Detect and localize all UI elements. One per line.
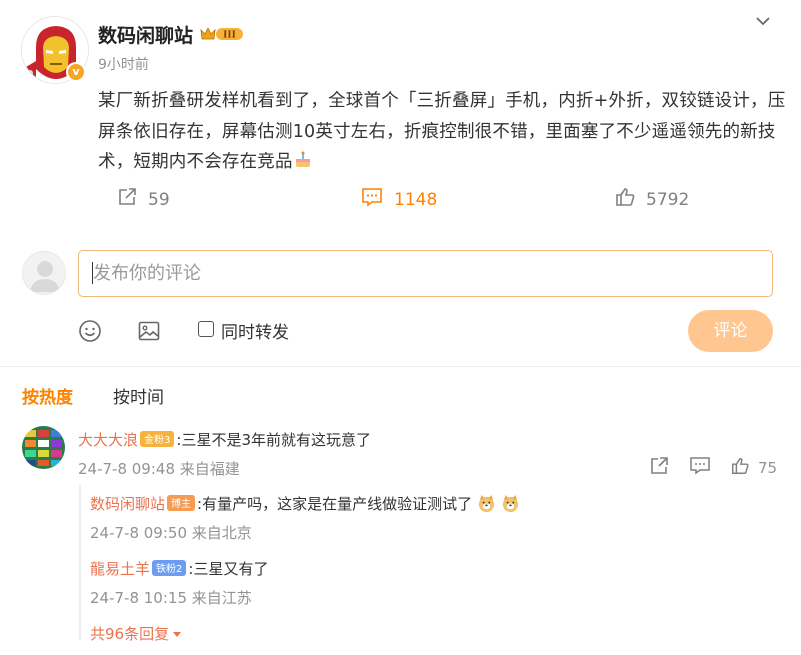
cake-emoji-icon — [293, 150, 313, 170]
comment-like[interactable]: 75 — [730, 456, 777, 480]
repost-checkbox[interactable] — [198, 321, 214, 337]
reply-user-name[interactable]: 龍易土羊 — [90, 560, 150, 578]
commenter-avatar[interactable] — [22, 426, 65, 469]
reply-user-name[interactable]: 数码闲聊站 — [90, 495, 165, 513]
comment-line: 大大大浪 金粉3 :三星不是3年前就有这玩意了 — [78, 429, 371, 450]
fan-badge-label: 金粉3 — [144, 435, 171, 446]
reply-meta: 24-7-8 10:15 来自江苏 — [90, 589, 252, 607]
fan-badge-label: 铁粉2 — [156, 564, 183, 575]
like-icon — [730, 456, 750, 480]
author-name[interactable]: 数码闲聊站 — [98, 21, 193, 48]
reply-line: 龍易土羊 铁粉2 :三星又有了 — [90, 558, 268, 579]
host-badge: 博主 — [167, 494, 196, 511]
repost-count: 59 — [148, 189, 170, 210]
current-user-avatar — [22, 251, 66, 295]
verified-badge: v — [66, 62, 86, 82]
reply-text: :三星又有了 — [188, 560, 269, 578]
tab-sort-hot[interactable]: 按热度 — [22, 383, 73, 408]
doge-emoji-icon — [501, 494, 520, 517]
comment-count: 1148 — [394, 189, 438, 210]
post-body: 某厂新折叠研发样机看到了，全球首个「三折叠屏」手机，内折+外折，双铰链设计，压屏… — [98, 86, 786, 178]
comment-action[interactable]: 1148 — [360, 186, 437, 213]
repost-icon — [116, 186, 138, 213]
comment-input[interactable] — [78, 250, 773, 297]
reply-meta: 24-7-8 09:50 来自北京 — [90, 524, 252, 542]
tab-sort-time[interactable]: 按时间 — [113, 383, 164, 408]
reply-icon[interactable] — [689, 456, 711, 480]
post-text: 某厂新折叠研发样机看到了，全球首个「三折叠屏」手机，内折+外折，双铰链设计，压屏… — [98, 91, 786, 172]
post-time: 9小时前 — [98, 57, 149, 73]
fan-badge: 铁粉2 — [152, 559, 187, 576]
caret-down-icon — [172, 624, 182, 643]
comment-icon — [360, 186, 384, 213]
doge-emoji-icon — [477, 494, 496, 517]
text-caret — [92, 262, 93, 284]
emoji-icon[interactable] — [78, 319, 102, 343]
comment-meta: 24-7-8 09:48 来自福建 — [78, 460, 240, 478]
repost-checkbox-label[interactable]: 同时转发 — [221, 318, 289, 343]
reply-text: :有量产吗，这家是在量产线做验证测试了 — [197, 495, 473, 513]
section-divider — [0, 366, 801, 367]
more-replies-text: 共96条回复 — [90, 625, 170, 643]
comment-like-count: 75 — [758, 459, 778, 477]
reply-line: 数码闲聊站 博主 :有量产吗，这家是在量产线做验证测试了 — [90, 493, 520, 517]
fan-badge: 金粉3 — [140, 430, 175, 447]
submit-comment-button[interactable]: 评论 — [688, 310, 773, 352]
report-icon[interactable] — [649, 456, 669, 480]
more-replies-link[interactable]: 共96条回复 — [90, 623, 182, 644]
like-icon — [614, 186, 636, 213]
commenter-name[interactable]: 大大大浪 — [78, 431, 138, 449]
chevron-down-icon[interactable] — [753, 11, 773, 31]
host-badge-label: 博主 — [171, 499, 192, 510]
comment-text: :三星不是3年前就有这玩意了 — [176, 431, 371, 449]
level-crown-badge: III — [199, 25, 245, 43]
like-count: 5792 — [646, 189, 690, 210]
image-icon[interactable] — [137, 319, 161, 343]
level-badge-text: III — [223, 31, 236, 41]
repost-action[interactable]: 59 — [116, 186, 170, 213]
like-action[interactable]: 5792 — [614, 186, 689, 213]
